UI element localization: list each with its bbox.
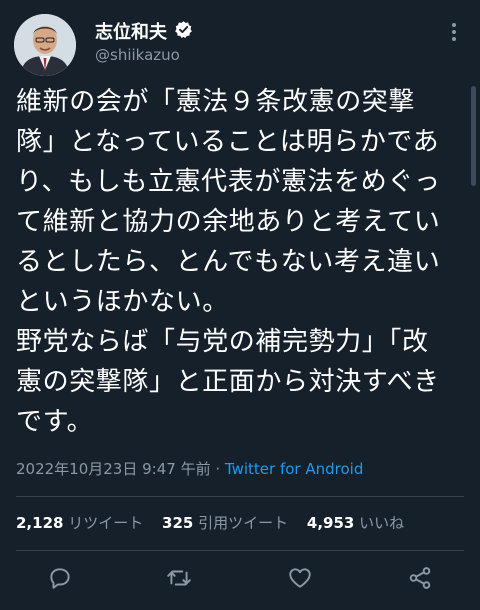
- scrollbar[interactable]: [471, 86, 476, 186]
- tweet-text-line: 維新の会が「憲法９条改憲の突撃: [16, 87, 416, 117]
- heart-icon[interactable]: [287, 565, 313, 591]
- engagement-stats: 2,128 リツイート 325 引用ツイート 4,953 いいね: [16, 512, 404, 533]
- tweet-text-line: るとしたら、とんでもない考え違い: [16, 247, 441, 277]
- divider: [16, 496, 464, 497]
- meta-separator: ·: [215, 460, 221, 478]
- quotes-label: 引用ツイート: [198, 514, 289, 532]
- likes-stat[interactable]: 4,953 いいね: [307, 514, 404, 532]
- retweets-stat[interactable]: 2,128 リツイート: [16, 514, 143, 532]
- tweet-text-line: 野党ならば「与党の補完勢力」「改: [16, 327, 429, 357]
- tweet-text-line: て維新と協力の余地ありと考えてい: [16, 207, 441, 237]
- avatar[interactable]: [14, 14, 76, 76]
- more-options-icon[interactable]: [446, 20, 462, 44]
- likes-count: 4,953: [306, 514, 355, 532]
- tweet-timestamp[interactable]: 2022年10月23日 9:47 午前: [16, 460, 211, 478]
- tweet-header: 志位和夫 @shiikazuo: [0, 0, 480, 80]
- display-name[interactable]: 志位和夫: [95, 18, 167, 44]
- tweet-source-link[interactable]: Twitter for Android: [225, 460, 363, 478]
- share-icon[interactable]: [407, 565, 433, 591]
- tweet-text-line: 隊」となっていることは明らかであ: [16, 127, 440, 157]
- quotes-stat[interactable]: 325 引用ツイート: [162, 514, 288, 532]
- verified-badge-icon: [175, 21, 192, 38]
- likes-label: いいね: [359, 514, 405, 532]
- tweet-text-line: というほかない。: [16, 287, 229, 317]
- tweet-meta: 2022年10月23日 9:47 午前 · Twitter for Androi…: [16, 458, 363, 479]
- divider: [16, 550, 464, 551]
- quotes-count: 325: [162, 514, 194, 532]
- retweets-label: リツイート: [68, 514, 144, 532]
- user-handle[interactable]: @shiikazuo: [95, 46, 180, 64]
- tweet-text-line: 憲の突撃隊」と正面から対決すべき: [16, 367, 440, 397]
- retweet-icon[interactable]: [166, 565, 192, 591]
- tweet-text-line: です。: [16, 407, 94, 437]
- retweets-count: 2,128: [16, 514, 64, 532]
- tweet-text: 維新の会が「憲法９条改憲の突撃 隊」となっていることは明らかであ り、もしも立憲…: [16, 82, 456, 442]
- tweet-text-line: り、もしも立憲代表が憲法をめぐっ: [16, 167, 441, 197]
- reply-icon[interactable]: [47, 565, 73, 591]
- tweet-actions: [0, 565, 480, 595]
